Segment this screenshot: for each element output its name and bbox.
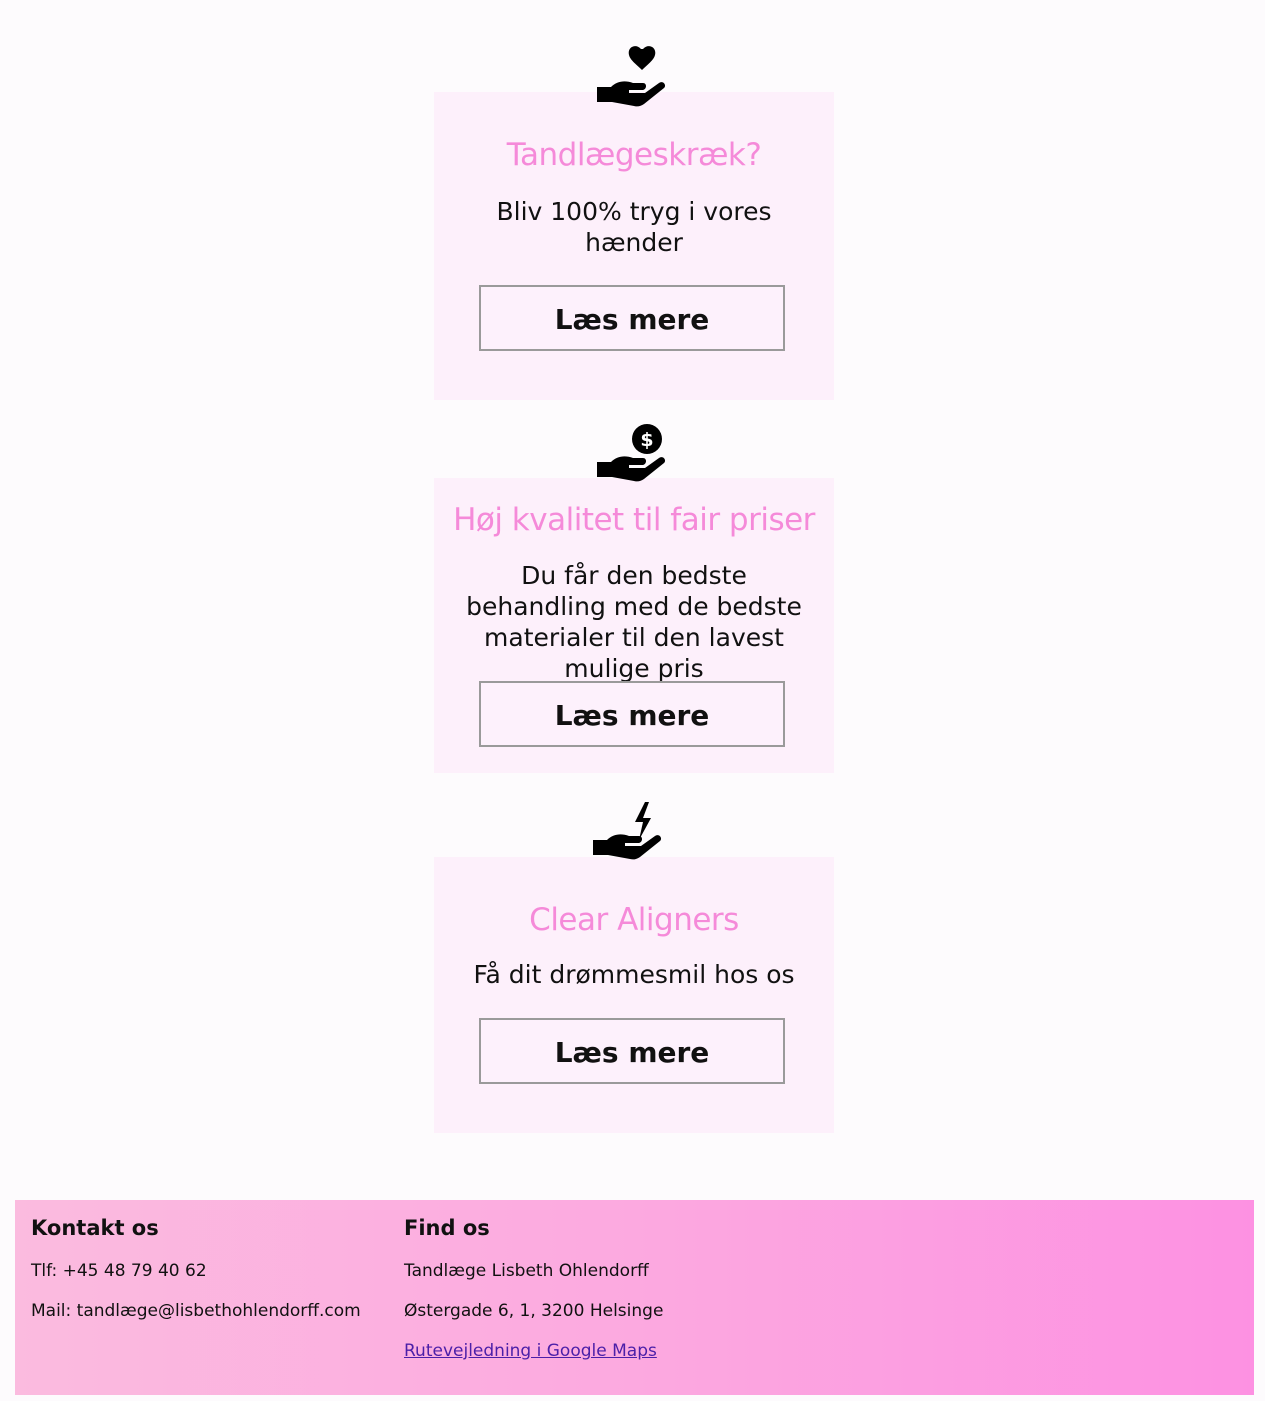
google-maps-link[interactable]: Rutevejledning i Google Maps bbox=[404, 1341, 657, 1361]
find-heading: Find os bbox=[404, 1216, 490, 1240]
contact-mail: Mail: tandlæge@lisbethohlendorff.com bbox=[31, 1301, 361, 1321]
card-title: Tandlægeskræk? bbox=[506, 137, 762, 173]
contact-heading: Kontakt os bbox=[31, 1216, 159, 1240]
service-card-kvalitet: $ Høj kvalitet til fair priser Du får de… bbox=[434, 420, 834, 775]
read-more-button[interactable]: Læs mere bbox=[479, 285, 785, 351]
card-text: Bliv 100% tryg i vores hænder bbox=[496, 197, 772, 257]
hand-heart-icon bbox=[597, 46, 666, 107]
page: Tandlægeskræk? Bliv 100% tryg i vores hæ… bbox=[0, 0, 1265, 1401]
hand-lightning-icon bbox=[593, 802, 662, 860]
svg-text:$: $ bbox=[640, 429, 653, 451]
card-background bbox=[434, 857, 834, 1133]
card-text: Få dit drømmesmil hos os bbox=[473, 960, 795, 989]
read-more-button[interactable]: Læs mere bbox=[479, 681, 785, 747]
service-card-clear-aligners: Clear Aligners Få dit drømmesmil hos os … bbox=[434, 800, 834, 1135]
directions-line: Rutevejledning i Google Maps bbox=[404, 1341, 657, 1361]
contact-phone: Tlf: +45 48 79 40 62 bbox=[31, 1261, 207, 1281]
service-card-tandlaegeskraek: Tandlægeskræk? Bliv 100% tryg i vores hæ… bbox=[434, 45, 834, 400]
card-title: Høj kvalitet til fair priser bbox=[453, 502, 815, 538]
hand-dollar-icon: $ bbox=[597, 424, 666, 482]
card-text: Du får den bedste behandling med de beds… bbox=[466, 561, 802, 683]
footer: Kontakt os Tlf: +45 48 79 40 62 Mail: ta… bbox=[15, 1200, 1254, 1395]
clinic-address: Østergade 6, 1, 3200 Helsinge bbox=[404, 1301, 664, 1321]
card-title: Clear Aligners bbox=[529, 902, 739, 938]
clinic-name: Tandlæge Lisbeth Ohlendorff bbox=[404, 1261, 649, 1281]
read-more-button[interactable]: Læs mere bbox=[479, 1018, 785, 1084]
